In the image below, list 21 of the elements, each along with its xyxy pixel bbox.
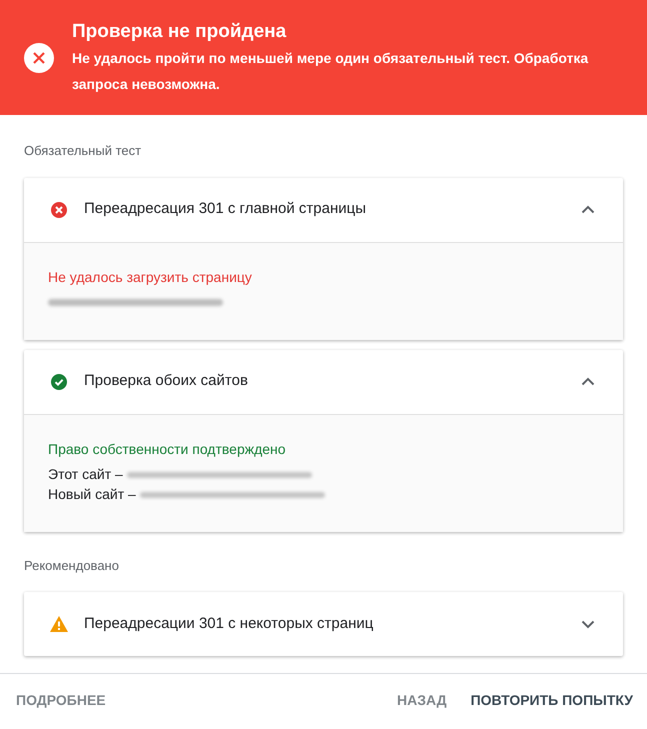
chevron-down-icon — [581, 620, 595, 628]
check-icon — [50, 372, 68, 390]
status-text: Право собственности подтверждено — [48, 440, 287, 459]
warning-icon — [49, 615, 69, 633]
site-label: Этот сайт – — [48, 465, 123, 484]
back-button[interactable]: НАЗАД — [396, 682, 447, 719]
check-header[interactable]: Переадресация 301 с главной страницы — [24, 178, 623, 242]
site-label: Новый сайт – — [48, 485, 136, 504]
check-header[interactable]: Проверка обоих сайтов — [24, 350, 623, 414]
chevron-up-icon — [581, 377, 595, 386]
status-text: Не удалось загрузить страницу — [48, 268, 253, 287]
section-heading: Обязательный тест — [24, 142, 142, 160]
check-header[interactable]: Переадресации 301 с некоторых страниц — [24, 592, 623, 656]
chevron-up-icon — [581, 205, 595, 214]
more-info-button[interactable]: ПОДРОБНЕЕ — [16, 682, 106, 719]
banner-title: Проверка не пройдена — [72, 20, 288, 44]
retry-button[interactable]: ПОВТОРИТЬ ПОПЫТКУ — [470, 682, 633, 719]
section-heading: Рекомендовано — [24, 556, 120, 575]
error-icon — [24, 42, 54, 72]
error-icon — [50, 200, 68, 218]
banner-message: Не удалось пройти по меньшей мере один обязательный тест. Обработка запроса невозможна. — [72, 48, 590, 94]
